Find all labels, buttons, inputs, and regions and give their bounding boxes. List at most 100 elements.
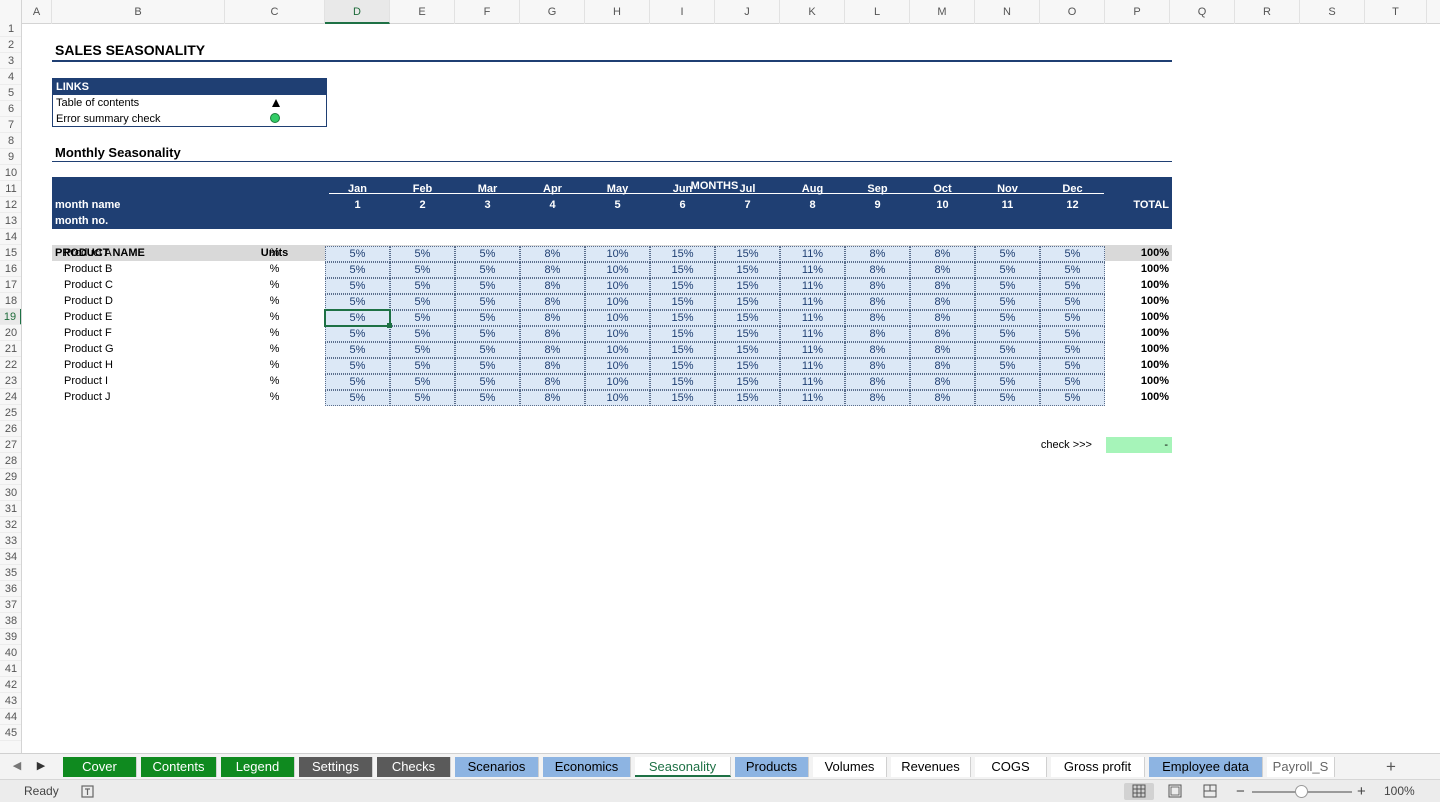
seasonality-cell[interactable]: 15% — [715, 246, 780, 262]
seasonality-cell[interactable]: 8% — [910, 246, 975, 262]
seasonality-cell[interactable]: 10% — [585, 246, 650, 262]
total-cell[interactable]: 100% — [1106, 325, 1169, 341]
seasonality-cell[interactable]: 15% — [715, 326, 780, 342]
unit-cell[interactable]: % — [242, 325, 307, 341]
seasonality-cell[interactable]: 5% — [455, 294, 520, 310]
seasonality-cell[interactable]: 5% — [324, 309, 391, 327]
seasonality-cell[interactable]: 5% — [1040, 278, 1105, 294]
seasonality-cell[interactable]: 5% — [390, 294, 455, 310]
total-cell[interactable]: 100% — [1106, 341, 1169, 357]
seasonality-cell[interactable]: 5% — [325, 326, 390, 342]
row-header-6[interactable]: 6 — [0, 101, 21, 117]
seasonality-cell[interactable]: 8% — [910, 342, 975, 358]
seasonality-cell[interactable]: 8% — [910, 294, 975, 310]
row-header-24[interactable]: 24 — [0, 389, 21, 405]
seasonality-cell[interactable]: 8% — [845, 294, 910, 310]
seasonality-cell[interactable]: 10% — [585, 374, 650, 390]
seasonality-cell[interactable]: 8% — [910, 262, 975, 278]
seasonality-cell[interactable]: 11% — [780, 358, 845, 374]
row-header-16[interactable]: 16 — [0, 261, 21, 277]
seasonality-cell[interactable]: 8% — [910, 310, 975, 326]
seasonality-cell[interactable]: 8% — [845, 390, 910, 406]
seasonality-cell[interactable]: 15% — [650, 310, 715, 326]
seasonality-cell[interactable]: 5% — [1040, 326, 1105, 342]
row-header-4[interactable]: 4 — [0, 69, 21, 85]
seasonality-cell[interactable]: 5% — [455, 374, 520, 390]
seasonality-cell[interactable]: 11% — [780, 342, 845, 358]
seasonality-cell[interactable]: 10% — [585, 390, 650, 406]
row-header-26[interactable]: 26 — [0, 421, 21, 437]
seasonality-cell[interactable]: 8% — [520, 342, 585, 358]
row-header-32[interactable]: 32 — [0, 517, 21, 533]
seasonality-cell[interactable]: 5% — [975, 246, 1040, 262]
row-header-44[interactable]: 44 — [0, 709, 21, 725]
tab-revenues[interactable]: Revenues — [891, 757, 971, 777]
row-header-21[interactable]: 21 — [0, 341, 21, 357]
total-cell[interactable]: 100% — [1106, 277, 1169, 293]
product-name-product-d[interactable]: Product D — [64, 293, 113, 309]
seasonality-cell[interactable]: 8% — [910, 278, 975, 294]
triangle-up-icon[interactable] — [272, 99, 280, 107]
seasonality-cell[interactable]: 5% — [390, 390, 455, 406]
seasonality-cell[interactable]: 5% — [325, 374, 390, 390]
row-header-2[interactable]: 2 — [0, 37, 21, 53]
seasonality-cell[interactable]: 5% — [455, 390, 520, 406]
product-name-product-h[interactable]: Product H — [64, 357, 113, 373]
seasonality-cell[interactable]: 5% — [325, 390, 390, 406]
seasonality-cell[interactable]: 15% — [650, 342, 715, 358]
add-sheet-icon[interactable]: + — [1379, 757, 1403, 777]
zoom-slider-knob[interactable] — [1295, 785, 1308, 798]
row-header-33[interactable]: 33 — [0, 533, 21, 549]
seasonality-cell[interactable]: 15% — [715, 390, 780, 406]
seasonality-cell[interactable]: 5% — [455, 246, 520, 262]
page-break-view-button[interactable] — [1195, 783, 1225, 800]
link-table-of-contents[interactable]: Table of contents — [53, 95, 273, 111]
tab-economics[interactable]: Economics — [543, 757, 631, 777]
tab-scenarios[interactable]: Scenarios — [455, 757, 539, 777]
unit-cell[interactable]: % — [242, 389, 307, 405]
row-header-25[interactable]: 25 — [0, 405, 21, 421]
seasonality-cell[interactable]: 5% — [455, 358, 520, 374]
column-header-i[interactable]: I — [650, 0, 715, 24]
seasonality-cell[interactable]: 5% — [325, 262, 390, 278]
seasonality-cell[interactable]: 5% — [390, 358, 455, 374]
normal-view-button[interactable] — [1124, 783, 1154, 800]
seasonality-cell[interactable]: 5% — [1040, 374, 1105, 390]
row-header-1[interactable]: 1 — [0, 24, 21, 37]
row-header-8[interactable]: 8 — [0, 133, 21, 149]
seasonality-cell[interactable]: 5% — [975, 358, 1040, 374]
seasonality-cell[interactable]: 11% — [780, 262, 845, 278]
seasonality-cell[interactable]: 15% — [650, 278, 715, 294]
row-header-20[interactable]: 20 — [0, 325, 21, 341]
column-header-m[interactable]: M — [910, 0, 975, 24]
column-header-h[interactable]: H — [585, 0, 650, 24]
seasonality-cell[interactable]: 15% — [715, 278, 780, 294]
product-name-product-e[interactable]: Product E — [64, 309, 112, 325]
seasonality-cell[interactable]: 8% — [845, 374, 910, 390]
product-name-product-a[interactable]: Product A — [64, 245, 112, 261]
tab-employee-data[interactable]: Employee data — [1149, 757, 1263, 777]
tab-gross-profit[interactable]: Gross profit — [1051, 757, 1145, 777]
row-header-3[interactable]: 3 — [0, 53, 21, 69]
seasonality-cell[interactable]: 5% — [1040, 246, 1105, 262]
seasonality-cell[interactable]: 11% — [780, 278, 845, 294]
unit-cell[interactable]: % — [242, 293, 307, 309]
seasonality-cell[interactable]: 15% — [650, 326, 715, 342]
tab-products[interactable]: Products — [735, 757, 809, 777]
seasonality-cell[interactable]: 15% — [715, 342, 780, 358]
seasonality-cell[interactable]: 8% — [520, 278, 585, 294]
seasonality-cell[interactable]: 5% — [1040, 342, 1105, 358]
unit-cell[interactable]: % — [242, 309, 307, 325]
column-header-r[interactable]: R — [1235, 0, 1300, 24]
seasonality-cell[interactable]: 5% — [975, 326, 1040, 342]
seasonality-cell[interactable]: 15% — [715, 310, 780, 326]
seasonality-cell[interactable]: 11% — [780, 326, 845, 342]
column-header-o[interactable]: O — [1040, 0, 1105, 24]
row-header-12[interactable]: 12 — [0, 197, 21, 213]
seasonality-cell[interactable]: 11% — [780, 390, 845, 406]
row-header-37[interactable]: 37 — [0, 597, 21, 613]
row-header-14[interactable]: 14 — [0, 229, 21, 245]
tab-seasonality[interactable]: Seasonality — [635, 757, 731, 777]
seasonality-cell[interactable]: 15% — [715, 262, 780, 278]
seasonality-cell[interactable]: 5% — [390, 310, 455, 326]
